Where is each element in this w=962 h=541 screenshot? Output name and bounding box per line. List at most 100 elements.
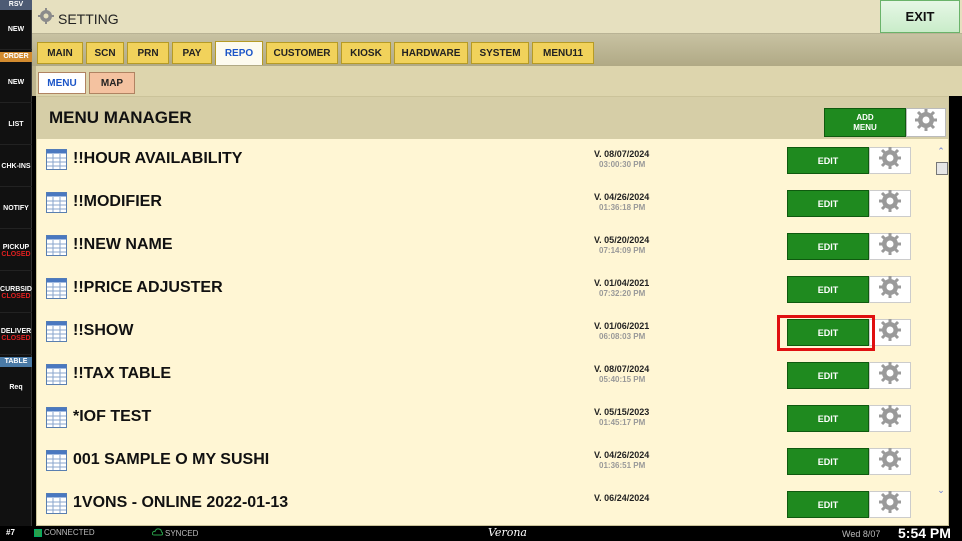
subtab-menu[interactable]: MENU — [38, 72, 86, 94]
tab-repo[interactable]: REPO — [215, 41, 263, 65]
row-gear-button[interactable] — [869, 491, 911, 518]
list-label: LIST — [8, 121, 24, 128]
row-gear-button[interactable] — [869, 362, 911, 389]
req-button[interactable]: Req — [0, 368, 32, 408]
menu-row: *IOF TEST V. 05/15/2023 01:45:17 PM EDIT — [37, 397, 927, 440]
menu-version-time: 07:14:09 PM — [599, 246, 646, 255]
scroll-down-icon[interactable]: ⌄ — [934, 485, 948, 495]
menu-version-time: 07:32:20 PM — [599, 289, 646, 298]
tab-main[interactable]: MAIN — [37, 42, 83, 64]
curbside-button[interactable]: CURBSID CLOSED — [0, 273, 32, 313]
gear-icon — [879, 362, 901, 389]
menu-manager-panel: MENU MANAGER ADD MENU !!HOUR AVAILABILITY… — [36, 96, 949, 526]
row-gear-button[interactable] — [869, 405, 911, 432]
gear-icon — [879, 233, 901, 260]
gear-icon — [879, 491, 901, 518]
menu-version: V. 04/26/2024 — [594, 450, 650, 460]
edit-button[interactable]: EDIT — [787, 405, 869, 432]
table-icon — [46, 364, 67, 385]
tab-menu11[interactable]: MENU11 — [532, 42, 594, 64]
table-icon — [46, 192, 67, 213]
sync-status: SYNCED — [151, 528, 199, 538]
scrollbar[interactable]: ⌃ ⌄ — [934, 142, 948, 525]
scroll-thumb[interactable] — [936, 162, 948, 175]
tab-pay[interactable]: PAY — [172, 42, 212, 64]
edit-button[interactable]: EDIT — [787, 491, 869, 518]
chk-ins-label: CHK-INS — [1, 163, 31, 170]
title-area: SETTING — [38, 8, 119, 29]
left-sidebar: RSV NEW ORDER NEW LIST CHK-INS NOTIFY PI… — [0, 0, 32, 526]
notify-label: NOTIFY — [3, 205, 29, 212]
edit-button[interactable]: EDIT — [787, 147, 869, 174]
menu-version: V. 08/07/2024 — [594, 149, 650, 159]
edit-highlight-box — [777, 315, 875, 351]
menu-row: !!MODIFIER V. 04/26/2024 01:36:18 PM EDIT — [37, 182, 927, 225]
scroll-up-icon[interactable]: ⌃ — [934, 146, 948, 156]
row-gear-button[interactable] — [869, 190, 911, 217]
exit-button[interactable]: EXIT — [880, 0, 960, 33]
menu-row: !!TAX TABLE V. 08/07/2024 05:40:15 PM EDIT — [37, 354, 927, 397]
sub-tab-bar: MENU MAP — [32, 66, 962, 96]
store-name: Verona — [488, 526, 527, 539]
menu-name: 1VONS - ONLINE 2022-01-13 — [73, 494, 289, 511]
row-gear-button[interactable] — [869, 319, 911, 346]
tab-prn[interactable]: PRN — [127, 42, 169, 64]
rsv-new-label: NEW — [7, 26, 25, 33]
order-new-label: NEW — [7, 79, 25, 86]
menu-row: 1VONS - ONLINE 2022-01-13 V. 06/24/2024 ED… — [37, 483, 927, 525]
menu-name: !!MODIFIER — [73, 193, 162, 210]
delivery-button[interactable]: DELIVER CLOSED — [0, 315, 32, 355]
menu-version: V. 05/15/2023 — [594, 407, 650, 417]
menu-name: !!SHOW — [73, 322, 134, 339]
synced-label: SYNCED — [165, 528, 199, 538]
edit-button[interactable]: EDIT — [787, 233, 869, 260]
req-label: Req — [9, 384, 23, 391]
row-gear-button[interactable] — [869, 233, 911, 260]
edit-button[interactable]: EDIT — [787, 362, 869, 389]
subtab-map[interactable]: MAP — [89, 72, 135, 94]
tab-kiosk[interactable]: KIOSK — [341, 42, 391, 64]
top-bar: SETTING EXIT — [32, 0, 962, 34]
rsv-new-button[interactable]: NEW — [0, 10, 32, 50]
header-gear-button[interactable] — [906, 108, 946, 137]
order-new-button[interactable]: NEW — [0, 63, 32, 103]
list-button[interactable]: LIST — [0, 105, 32, 145]
row-gear-button[interactable] — [869, 147, 911, 174]
menu-name: !!HOUR AVAILABILITY — [73, 150, 243, 167]
edit-button[interactable]: EDIT — [787, 190, 869, 217]
order-header: ORDER — [0, 52, 32, 62]
menu-version: V. 01/06/2021 — [594, 321, 650, 331]
menu-version-time: 03:00:30 PM — [599, 160, 646, 169]
tab-customer[interactable]: CUSTOMER — [266, 42, 338, 64]
table-icon — [46, 149, 67, 170]
notify-button[interactable]: NOTIFY — [0, 189, 32, 229]
status-date: Wed 8/07 — [842, 529, 881, 539]
row-gear-button[interactable] — [869, 276, 911, 303]
row-gear-button[interactable] — [869, 448, 911, 475]
menu-row: 001 SAMPLE O MY SUSHI V. 04/26/2024 01:36:… — [37, 440, 927, 483]
tab-hardware[interactable]: HARDWARE — [394, 42, 468, 64]
curbside-status: CLOSED — [1, 292, 31, 300]
connected-icon — [34, 528, 42, 537]
menu-version-time: 01:36:51 PM — [599, 461, 646, 470]
edit-button[interactable]: EDIT — [787, 448, 869, 475]
page-title: SETTING — [58, 10, 119, 27]
tab-scn[interactable]: SCN — [86, 42, 124, 64]
edit-button[interactable]: EDIT — [787, 276, 869, 303]
connected-label: CONNECTED — [44, 528, 95, 537]
menu-version: V. 01/04/2021 — [594, 278, 650, 288]
add-menu-button[interactable]: ADD MENU — [824, 108, 906, 137]
gear-icon — [879, 448, 901, 475]
menu-manager-header: MENU MANAGER ADD MENU — [37, 97, 948, 139]
main-tab-bar: MAIN SCN PRN PAY REPO CUSTOMER KIOSK HAR… — [32, 34, 962, 66]
connection-status: CONNECTED — [34, 528, 95, 537]
delivery-status: CLOSED — [1, 334, 31, 342]
menu-row: !!PRICE ADJUSTER V. 01/04/2021 07:32:20 PM… — [37, 268, 927, 311]
delivery-label: DELIVER — [0, 327, 32, 335]
pickup-button[interactable]: PICKUP CLOSED — [0, 231, 32, 271]
menu-name: *IOF TEST — [73, 408, 152, 425]
menu-version: V. 04/26/2024 — [594, 192, 650, 202]
tab-system[interactable]: SYSTEM — [471, 42, 529, 64]
chk-ins-button[interactable]: CHK-INS — [0, 147, 32, 187]
menu-name: !!PRICE ADJUSTER — [73, 279, 223, 296]
